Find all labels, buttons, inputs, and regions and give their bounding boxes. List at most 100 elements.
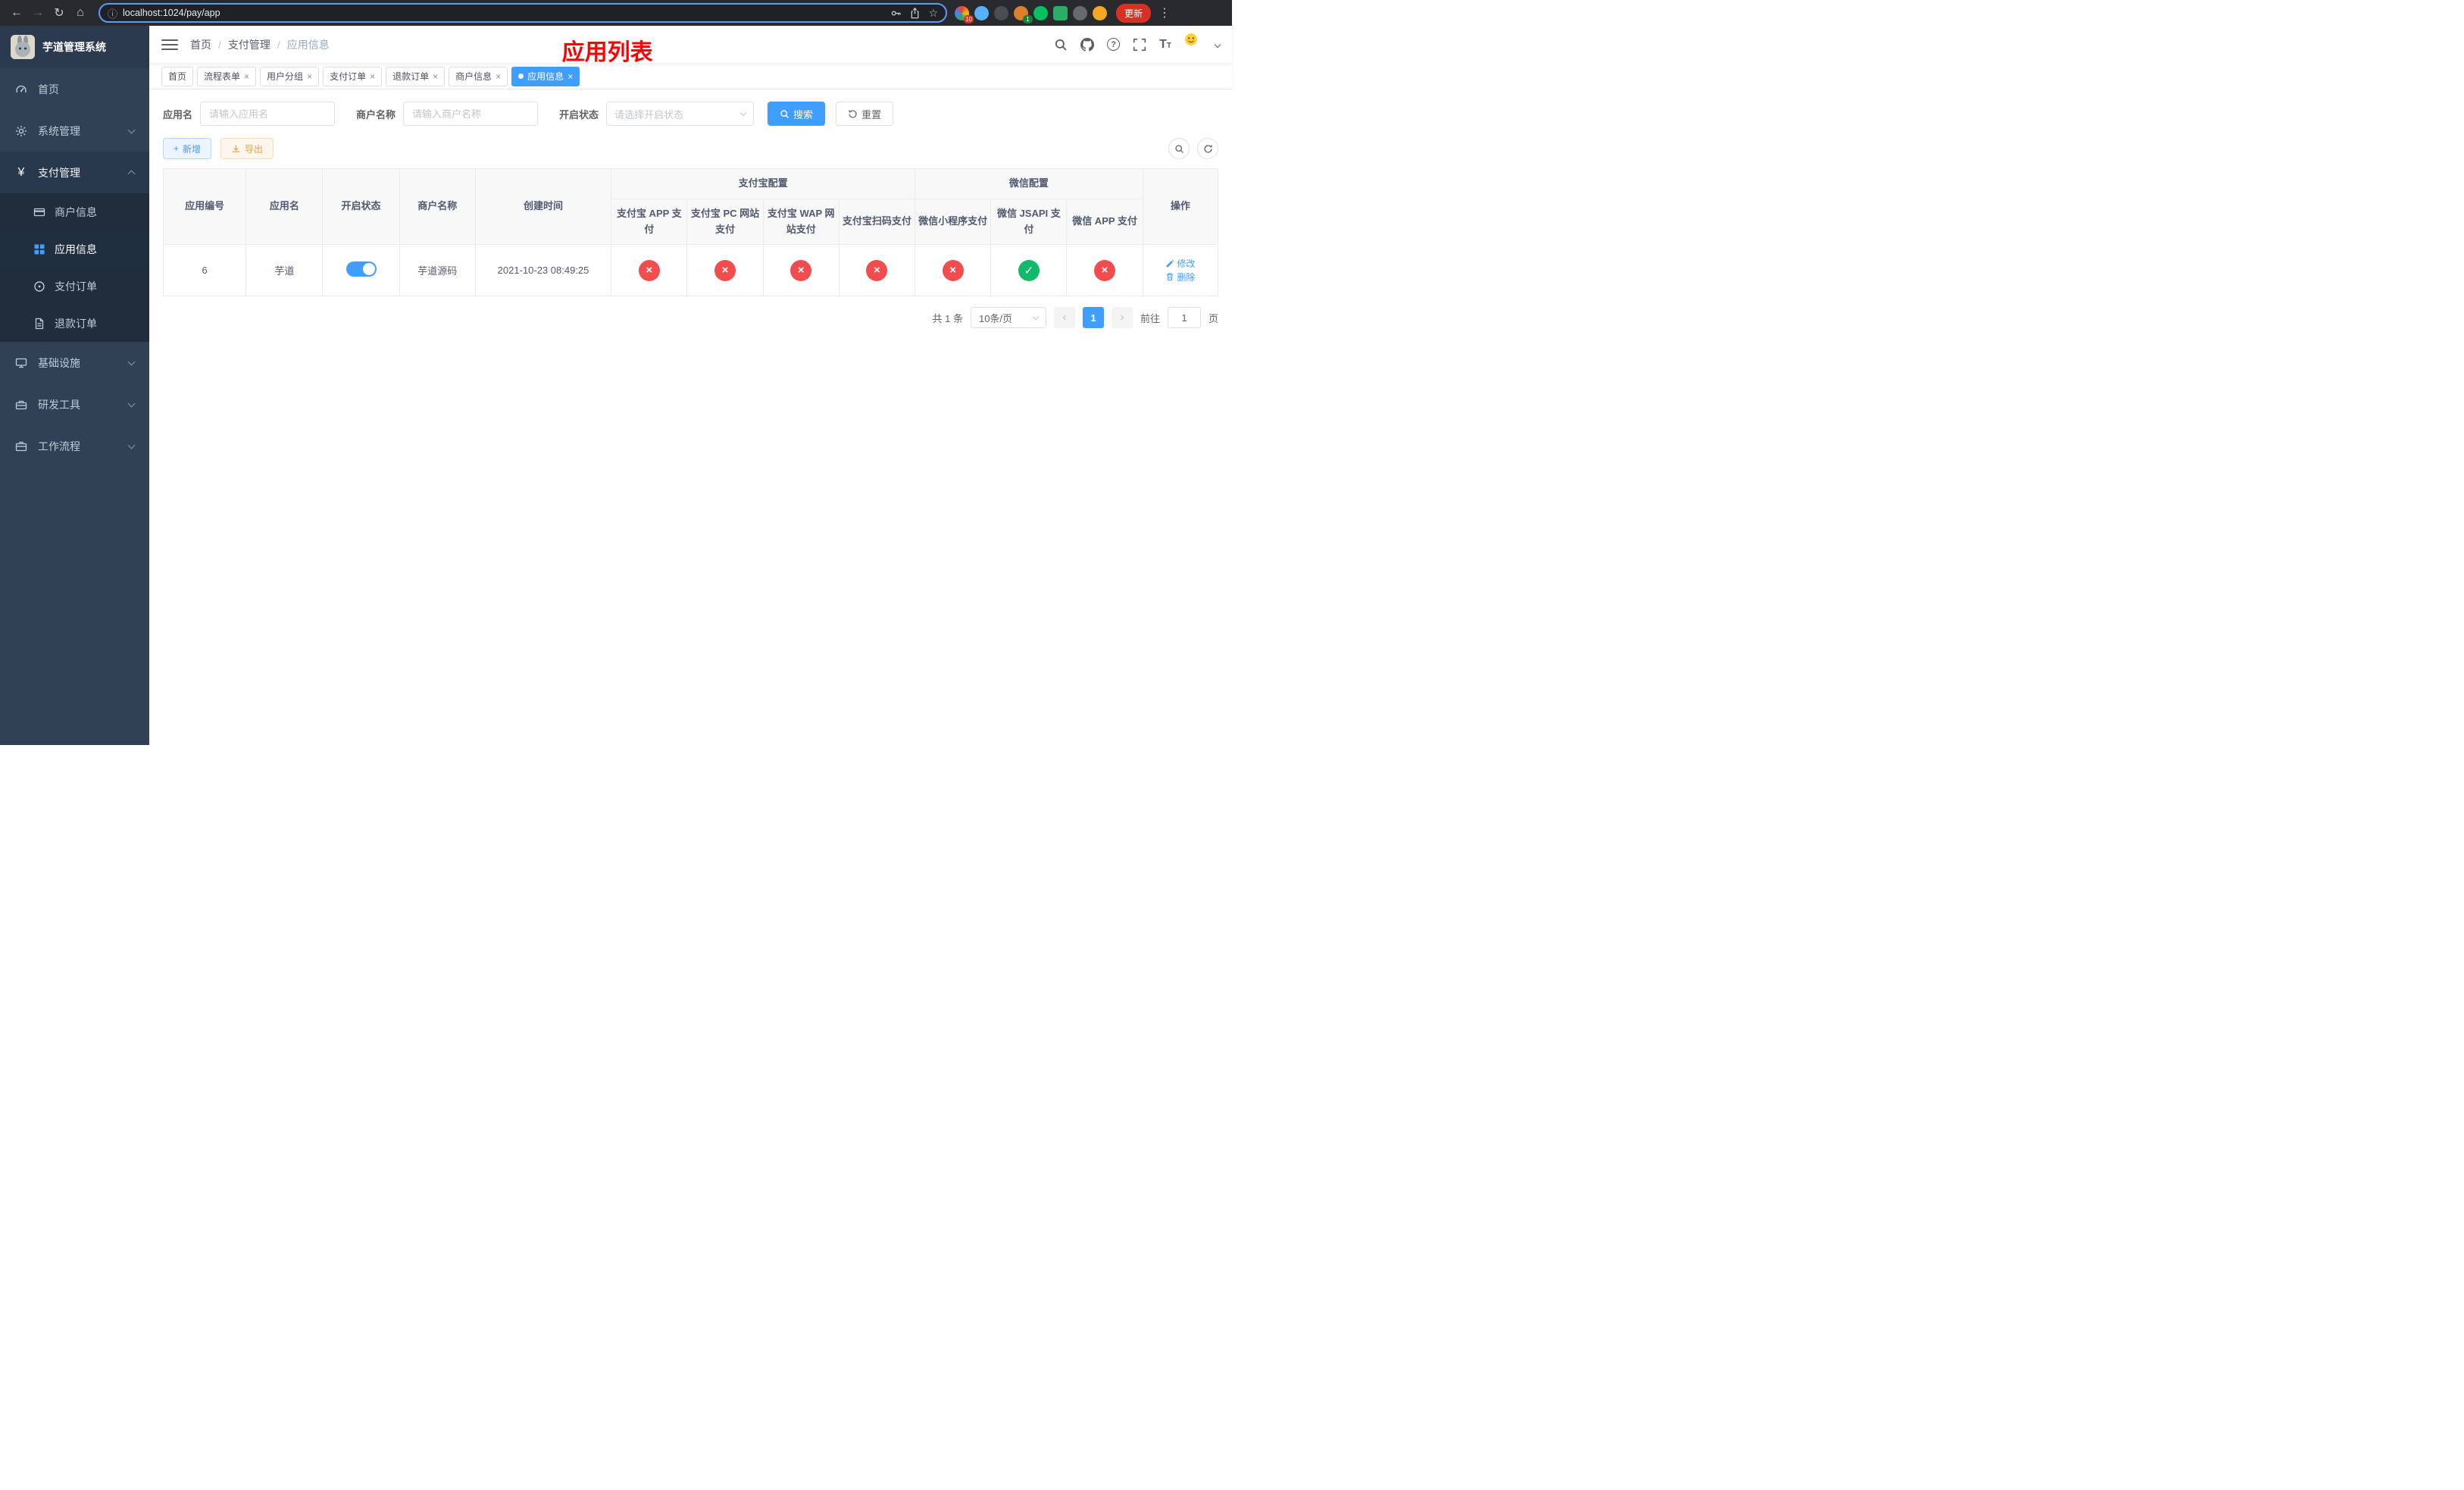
search-button[interactable]: 搜索 xyxy=(768,102,826,126)
sidebar-item-label: 支付管理 xyxy=(38,166,80,179)
bookmark-star-icon[interactable]: ☆ xyxy=(928,7,938,20)
table-row: 6 芋道 芋道源码 2021-10-23 08:49:25 × × × × × … xyxy=(162,244,1219,297)
forward-icon[interactable]: → xyxy=(27,2,48,23)
extension-icon-2[interactable] xyxy=(974,5,989,20)
breadcrumb-payment[interactable]: 支付管理 xyxy=(228,37,270,52)
wx-app-status-icon: × xyxy=(1094,259,1116,281)
collapse-sidebar-icon[interactable] xyxy=(161,39,178,50)
extension-badge-10: 10 xyxy=(964,14,974,23)
address-bar[interactable]: ⓘ localhost:1024/pay/app ☆ xyxy=(98,3,947,23)
goto-label: 前往 xyxy=(1140,312,1160,324)
top-navbar: 首页 / 支付管理 / 应用信息 ? TT xyxy=(149,26,1232,64)
refresh-table-button[interactable] xyxy=(1197,138,1218,159)
github-icon[interactable] xyxy=(1080,37,1095,52)
document-icon xyxy=(35,318,44,329)
password-key-icon[interactable] xyxy=(890,8,902,19)
close-tab-icon[interactable]: × xyxy=(370,71,375,82)
tab-user-group[interactable]: 用户分组 × xyxy=(260,66,320,86)
export-button[interactable]: 导出 xyxy=(220,138,274,159)
sidebar-item-payment[interactable]: ¥ 支付管理 xyxy=(0,152,149,193)
extension-icon-6[interactable] xyxy=(1053,5,1068,20)
status-toggle[interactable] xyxy=(346,261,377,277)
extension-icon-7[interactable] xyxy=(1073,5,1087,20)
app-logo-row[interactable]: 芋道管理系统 xyxy=(0,26,149,68)
search-icon[interactable] xyxy=(1054,38,1068,52)
sidebar-item-home[interactable]: 首页 xyxy=(0,68,149,110)
font-size-icon[interactable]: TT xyxy=(1159,38,1171,52)
prev-page-button[interactable]: ‹ xyxy=(1053,307,1075,329)
browser-window: ← → ↻ ⌂ ⓘ localhost:1024/pay/app ☆ 10 1 xyxy=(0,0,1232,745)
sidebar-item-pay-order[interactable]: 支付订单 xyxy=(0,268,149,305)
reset-button[interactable]: 重置 xyxy=(836,102,894,126)
plus-icon: + xyxy=(174,143,180,154)
close-tab-icon[interactable]: × xyxy=(307,71,312,82)
edit-link[interactable]: 修改 xyxy=(1165,257,1195,270)
next-page-button[interactable]: › xyxy=(1111,307,1133,329)
avatar[interactable] xyxy=(1184,32,1209,57)
sidebar-item-refund-order[interactable]: 退款订单 xyxy=(0,305,149,342)
sidebar-item-label: 工作流程 xyxy=(38,440,80,452)
circle-check-icon xyxy=(34,280,45,292)
sidebar-item-app-info[interactable]: 应用信息 xyxy=(0,230,149,268)
browser-menu-icon[interactable]: ⋮ xyxy=(1154,2,1175,23)
sidebar-item-workflow[interactable]: 工作流程 xyxy=(0,425,149,467)
breadcrumb-current: 应用信息 xyxy=(286,38,330,51)
extension-icon-4[interactable]: 1 xyxy=(1014,5,1033,23)
payment-submenu: 商户信息 应用信息 支付订单 退款订单 xyxy=(0,193,149,342)
goto-page-input[interactable] xyxy=(1167,307,1201,329)
main-area: 首页 / 支付管理 / 应用信息 ? TT 应用列表 首页 流程表单 × 用户分… xyxy=(149,26,1232,745)
help-icon[interactable]: ? xyxy=(1107,38,1121,51)
sidebar-item-label: 支付订单 xyxy=(55,280,97,293)
search-icon xyxy=(780,109,790,118)
sidebar-item-merchant-info[interactable]: 商户信息 xyxy=(0,193,149,230)
pagination: 共 1 条 10条/页 ‹ 1 › 前往 页 xyxy=(163,307,1218,329)
alipay-pc-status-icon: × xyxy=(714,259,736,281)
toggle-search-button[interactable] xyxy=(1168,138,1190,159)
page-content: 应用名 商户名称 开启状态 请选择开启状态 搜索 重置 xyxy=(149,89,1232,745)
page-size-select[interactable]: 10条/页 xyxy=(970,307,1046,329)
close-tab-icon[interactable]: × xyxy=(496,71,501,82)
delete-link[interactable]: 删除 xyxy=(1165,271,1195,283)
cell-merchant: 芋道源码 xyxy=(399,244,476,297)
extension-icon-5[interactable] xyxy=(1033,5,1048,20)
extension-icon-3[interactable] xyxy=(994,5,1008,20)
add-button[interactable]: + 新增 xyxy=(163,138,212,159)
extension-icon-8[interactable] xyxy=(1093,5,1107,20)
toolbox-icon xyxy=(15,400,27,409)
tab-refund-order[interactable]: 退款订单 × xyxy=(386,66,446,86)
chrome-update-button[interactable]: 更新 xyxy=(1116,3,1152,23)
refresh-icon xyxy=(1203,144,1212,153)
merchant-name-input[interactable] xyxy=(403,102,539,126)
status-select[interactable]: 请选择开启状态 xyxy=(606,102,755,126)
reload-icon[interactable]: ↻ xyxy=(48,2,70,23)
tab-merchant-info[interactable]: 商户信息 × xyxy=(449,66,508,86)
share-icon[interactable] xyxy=(909,7,921,19)
status-label: 开启状态 xyxy=(559,108,599,121)
sidebar-item-infra[interactable]: 基础设施 xyxy=(0,342,149,383)
back-icon[interactable]: ← xyxy=(6,2,27,23)
app-name-input[interactable] xyxy=(200,102,336,126)
gear-icon xyxy=(16,125,27,136)
tab-app-info[interactable]: 应用信息 × xyxy=(511,66,580,86)
briefcase-icon xyxy=(15,441,27,451)
close-tab-icon[interactable]: × xyxy=(244,71,249,82)
tab-process-form[interactable]: 流程表单 × xyxy=(197,66,257,86)
add-button-label: 新增 xyxy=(183,143,202,155)
home-icon[interactable]: ⌂ xyxy=(70,2,91,23)
close-tab-icon[interactable]: × xyxy=(568,71,573,82)
sidebar-item-system[interactable]: 系统管理 xyxy=(0,110,149,152)
sidebar-item-dev-tools[interactable]: 研发工具 xyxy=(0,383,149,425)
pagination-total: 共 1 条 xyxy=(932,312,963,324)
col-header-create-time: 创建时间 xyxy=(474,167,612,246)
fullscreen-icon[interactable] xyxy=(1133,38,1146,52)
tab-pay-order[interactable]: 支付订单 × xyxy=(323,66,383,86)
close-tab-icon[interactable]: × xyxy=(433,71,438,82)
breadcrumb: 首页 / 支付管理 / 应用信息 xyxy=(190,37,330,52)
breadcrumb-home[interactable]: 首页 xyxy=(190,37,211,52)
page-number-1[interactable]: 1 xyxy=(1082,307,1104,329)
sidebar-menu: 首页 系统管理 ¥ 支付管理 商户信息 应用信息 支付订单 退款订单 基础设施 … xyxy=(0,68,149,467)
site-info-icon[interactable]: ⓘ xyxy=(108,6,117,20)
extension-icon-1[interactable]: 10 xyxy=(955,5,974,23)
tab-home[interactable]: 首页 xyxy=(161,66,194,86)
avatar-caret-icon[interactable] xyxy=(1214,41,1221,48)
